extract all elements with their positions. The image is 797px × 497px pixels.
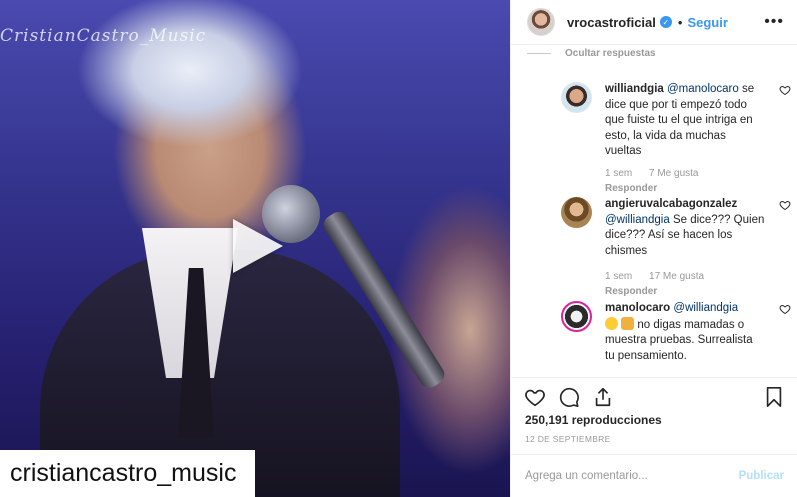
- comment-mention[interactable]: @manolocaro: [667, 83, 739, 95]
- comment-item: angieruvalcabagonzalez @williandgia Se d…: [561, 197, 791, 297]
- follow-button[interactable]: Seguir: [687, 15, 727, 30]
- header-separator: •: [677, 14, 683, 30]
- comment-time[interactable]: 1 sem: [605, 271, 632, 282]
- comment-meta: 1 sem 17 Me gusta: [605, 271, 718, 282]
- verified-badge-icon: ✓: [659, 16, 672, 28]
- more-options-icon[interactable]: •••: [764, 13, 784, 31]
- comment-likes[interactable]: 17 Me gusta: [649, 271, 704, 282]
- comment-meta: 1 sem 7 Me gusta: [605, 168, 713, 179]
- clapping-hands-emoji-icon: [621, 316, 635, 330]
- comment-icon[interactable]: [558, 386, 580, 408]
- post-header: vrocastroficial ✓ • Seguir •••: [511, 0, 797, 45]
- comments-list[interactable]: Ocultar respuestas williandgia @manoloca…: [511, 45, 797, 377]
- comment-mention[interactable]: @williandgia: [673, 302, 738, 314]
- commenter-avatar[interactable]: [561, 82, 592, 113]
- comment-username[interactable]: williandgia: [605, 83, 664, 95]
- share-icon[interactable]: [592, 386, 614, 408]
- comment-input[interactable]: [525, 470, 739, 482]
- commenter-avatar[interactable]: [561, 197, 592, 228]
- comment-username[interactable]: angieruvalcabagonzalez: [605, 198, 737, 210]
- hide-replies-button[interactable]: Ocultar respuestas: [565, 48, 656, 59]
- play-icon[interactable]: [233, 219, 283, 273]
- comment-heart-icon[interactable]: [779, 84, 791, 96]
- video-watermark: CristianCastro_Music: [0, 26, 207, 46]
- add-comment-bar: Publicar: [511, 454, 797, 497]
- comment-text-block: williandgia @manolocaro se dice que por …: [605, 82, 765, 160]
- bookmark-icon[interactable]: [763, 386, 785, 408]
- comment-username[interactable]: manolocaro: [605, 302, 670, 314]
- commenter-avatar[interactable]: [561, 301, 592, 332]
- comment-heart-icon[interactable]: [779, 303, 791, 315]
- comment-likes[interactable]: 7 Me gusta: [649, 168, 698, 179]
- post-video[interactable]: CristianCastro_Music cristiancastro_musi…: [0, 0, 510, 497]
- publish-button[interactable]: Publicar: [739, 470, 784, 482]
- comment-text-block: angieruvalcabagonzalez @williandgia Se d…: [605, 197, 765, 259]
- author-username[interactable]: vrocastroficial: [567, 15, 656, 30]
- comment-time[interactable]: 1 sem: [605, 168, 632, 179]
- post-side-panel: vrocastroficial ✓ • Seguir ••• Ocultar r…: [510, 0, 797, 497]
- video-caption-text: cristiancastro_music: [10, 459, 237, 487]
- post-actions: [511, 377, 797, 407]
- reply-button[interactable]: Responder: [605, 183, 657, 194]
- author-avatar[interactable]: [527, 8, 555, 36]
- reply-button[interactable]: Responder: [605, 286, 657, 297]
- upside-down-face-emoji-icon: [605, 316, 618, 330]
- video-caption-overlay: cristiancastro_music: [0, 450, 255, 497]
- heart-icon[interactable]: [524, 386, 546, 408]
- post-date[interactable]: 12 DE SEPTIEMBRE: [525, 434, 611, 444]
- comment-mention[interactable]: @williandgia: [605, 214, 670, 226]
- comment-text-block: manolocaro @williandgia no digas mamadas…: [605, 301, 765, 364]
- comment-item: williandgia @manolocaro se dice que por …: [561, 82, 791, 202]
- comment-heart-icon[interactable]: [779, 199, 791, 211]
- comment-item: manolocaro @williandgia no digas mamadas…: [561, 301, 791, 371]
- view-count[interactable]: 250,191 reproducciones: [525, 413, 662, 427]
